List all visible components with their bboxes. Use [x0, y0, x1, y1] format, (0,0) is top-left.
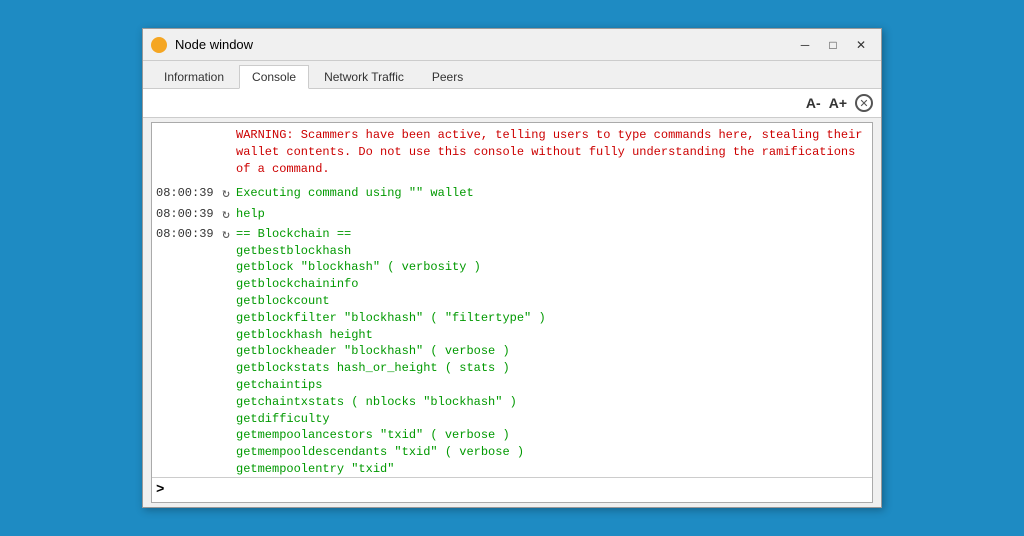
console-input-row: > — [152, 477, 872, 502]
tab-bar: Information Console Network Traffic Peer… — [143, 61, 881, 89]
console-line-2: 08:00:39 ↻ help — [156, 206, 868, 224]
line-icon-1: ↻ — [216, 185, 236, 203]
window-icon — [151, 37, 167, 53]
console-area: WARNING: Scammers have been active, tell… — [151, 122, 873, 503]
console-input[interactable] — [168, 483, 868, 497]
window-controls: ─ □ ✕ — [793, 35, 873, 55]
console-output[interactable]: WARNING: Scammers have been active, tell… — [152, 123, 872, 477]
close-button[interactable]: ✕ — [849, 35, 873, 55]
tab-console[interactable]: Console — [239, 65, 309, 89]
line-icon-2: ↻ — [216, 206, 236, 224]
console-line-3: 08:00:39 ↻ == Blockchain == getbestblock… — [156, 226, 868, 477]
console-clear-button[interactable]: ✕ — [855, 94, 873, 112]
console-line-1: 08:00:39 ↻ Executing command using "" wa… — [156, 185, 868, 203]
tab-network-traffic[interactable]: Network Traffic — [311, 65, 417, 88]
tab-peers[interactable]: Peers — [419, 65, 476, 88]
node-window: Node window ─ □ ✕ Information Console Ne… — [142, 28, 882, 508]
line-content-3: == Blockchain == getbestblockhash getblo… — [236, 226, 868, 477]
line-content-1: Executing command using "" wallet — [236, 185, 868, 202]
font-decrease-button[interactable]: A- — [802, 93, 825, 113]
window-title: Node window — [175, 37, 793, 52]
warning-message: WARNING: Scammers have been active, tell… — [156, 127, 868, 177]
prompt-symbol: > — [156, 482, 164, 498]
font-increase-button[interactable]: A+ — [825, 93, 851, 113]
line-time-3: 08:00:39 — [156, 226, 216, 243]
line-time-1: 08:00:39 — [156, 185, 216, 202]
line-time-2: 08:00:39 — [156, 206, 216, 223]
title-bar: Node window ─ □ ✕ — [143, 29, 881, 61]
minimize-button[interactable]: ─ — [793, 35, 817, 55]
maximize-button[interactable]: □ — [821, 35, 845, 55]
line-icon-3: ↻ — [216, 226, 236, 244]
console-toolbar: A- A+ ✕ — [143, 89, 881, 118]
line-content-2: help — [236, 206, 868, 223]
tab-information[interactable]: Information — [151, 65, 237, 88]
